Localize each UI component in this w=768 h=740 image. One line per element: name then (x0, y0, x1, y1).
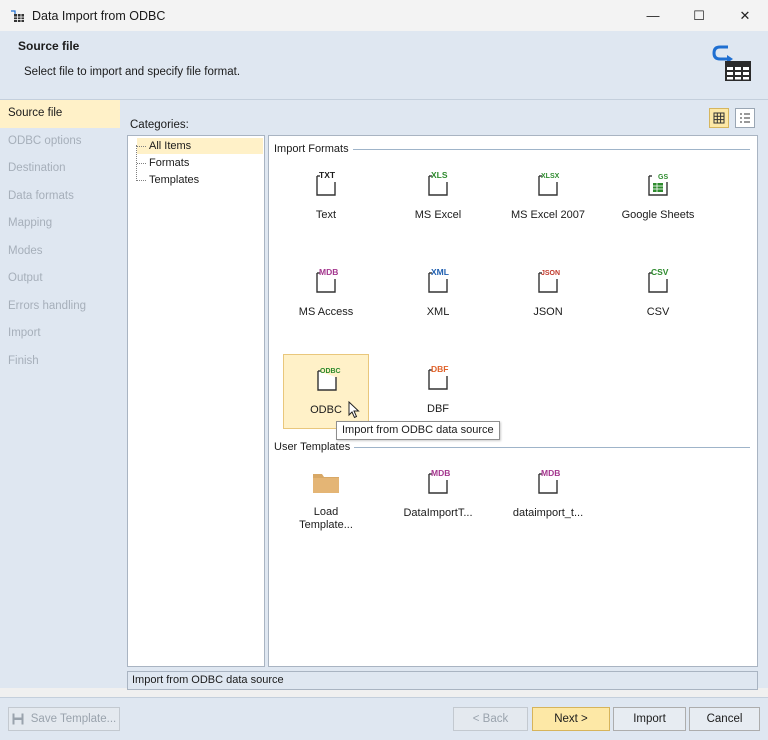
wizard-step-data-formats[interactable]: Data formats (0, 183, 120, 211)
format-tile-dbf[interactable]: DBF DBF (395, 354, 481, 429)
format-tile-ms-excel-2007[interactable]: XLSX MS Excel 2007 (505, 160, 591, 235)
mdb-file-icon: MDB (316, 267, 338, 293)
svg-text:ODBC: ODBC (320, 368, 341, 375)
folder-icon (313, 470, 339, 494)
wizard-steps: Source file ODBC options Destination Data f… (0, 100, 120, 688)
svg-text:MDB: MDB (541, 468, 560, 478)
categories-label: Categories: (130, 119, 189, 131)
format-tile-json[interactable]: JSON JSON (505, 257, 591, 332)
svg-text:CSV: CSV (651, 267, 669, 277)
svg-text:XML: XML (431, 267, 449, 277)
format-tile-dataimport-t[interactable]: MDB dataimport_t... (505, 458, 591, 533)
grid-view-icon (713, 112, 725, 124)
details-view-button[interactable] (735, 108, 755, 128)
list-view-icon (740, 113, 750, 123)
close-button[interactable]: ✕ (722, 0, 768, 31)
page-subtitle: Select file to import and specify file f… (24, 66, 241, 78)
title-bar: Data Import from ODBC — ☐ ✕ (0, 0, 768, 31)
status-bar: Import from ODBC data source (127, 671, 758, 690)
txt-file-icon: TXT (316, 170, 336, 196)
main-panel: Categories: All Items Formats Templates … (120, 100, 768, 688)
wizard-step-errors-handling[interactable]: Errors handling (0, 293, 120, 321)
format-tile-ms-access[interactable]: MDB MS Access (283, 257, 369, 332)
wizard-step-mapping[interactable]: Mapping (0, 210, 120, 238)
minimize-button[interactable]: — (630, 0, 676, 31)
save-icon (12, 713, 24, 725)
svg-text:XLS: XLS (431, 170, 448, 180)
back-button[interactable]: < Back (453, 707, 528, 731)
svg-text:JSON: JSON (541, 270, 560, 277)
page-title: Source file (18, 39, 80, 53)
svg-text:DBF: DBF (431, 364, 448, 374)
mdb-file-icon: MDB (428, 468, 450, 494)
svg-text:GS: GS (658, 174, 668, 181)
format-tile-ms-excel[interactable]: XLS MS Excel (395, 160, 481, 235)
app-icon (10, 9, 24, 22)
tree-item-all-items[interactable]: All Items (137, 138, 263, 154)
format-tile-label: DataImportT... (403, 507, 473, 519)
next-button[interactable]: Next > (532, 707, 610, 731)
wizard-step-import[interactable]: Import (0, 320, 120, 348)
format-tile-label: MS Excel (414, 209, 462, 221)
format-tile-label: MS Access (298, 306, 354, 318)
large-icons-view-button[interactable] (709, 108, 729, 128)
format-tile-load-template[interactable]: Load Template... (283, 458, 369, 533)
xml-file-icon: XML (428, 267, 449, 293)
format-tile-label: Load Template... (299, 506, 353, 531)
wizard-step-source-file[interactable]: Source file (0, 100, 120, 128)
csv-file-icon: CSV (648, 267, 669, 293)
format-tile-xml[interactable]: XML XML (395, 257, 481, 332)
svg-text:MDB: MDB (319, 267, 338, 277)
format-tile-csv[interactable]: CSV CSV (615, 257, 701, 332)
format-tile-label: MS Excel 2007 (511, 209, 585, 221)
format-tile-label: JSON (533, 306, 563, 318)
xls-file-icon: XLS (428, 170, 448, 196)
import-table-icon (710, 43, 754, 83)
cancel-button[interactable]: Cancel (689, 707, 760, 731)
svg-text:TXT: TXT (319, 170, 336, 180)
format-tile-label: CSV (646, 306, 670, 318)
odbc-file-icon: ODBC (317, 367, 341, 391)
wizard-footer: Save Template... < Back Next > Import Ca… (0, 697, 768, 740)
format-tile-label: Google Sheets (621, 209, 695, 221)
import-button[interactable]: Import (613, 707, 686, 731)
save-template-button[interactable]: Save Template... (8, 707, 120, 731)
import-formats-header: Import Formats (274, 142, 750, 156)
format-tile-google-sheets[interactable]: GS Google Sheets (615, 160, 701, 235)
format-tile-label: XML (426, 306, 450, 318)
xlsx-file-icon: XLSX (538, 172, 560, 196)
tree-item-formats[interactable]: Formats (137, 155, 189, 171)
maximize-button[interactable]: ☐ (676, 0, 722, 31)
wizard-header: Source file Select file to import and sp… (0, 31, 768, 100)
svg-text:MDB: MDB (431, 468, 450, 478)
json-file-icon: JSON (538, 269, 560, 293)
format-tile-odbc[interactable]: ODBC ODBC (283, 354, 369, 429)
save-template-label: Save Template... (30, 713, 117, 725)
format-tile-label: dataimport_t... (512, 507, 584, 519)
categories-tree[interactable]: All Items Formats Templates (127, 135, 265, 667)
mouse-cursor-icon (348, 400, 360, 419)
format-tile-dataimportt[interactable]: MDB DataImportT... (395, 458, 481, 533)
dbf-file-icon: DBF (428, 364, 448, 390)
tooltip: Import from ODBC data source (336, 421, 500, 440)
wizard-step-output[interactable]: Output (0, 265, 120, 293)
format-tile-text[interactable]: TXT Text (283, 160, 369, 235)
google-sheets-file-icon: GS (648, 172, 668, 196)
wizard-step-modes[interactable]: Modes (0, 238, 120, 266)
tree-item-templates[interactable]: Templates (137, 172, 199, 188)
wizard-step-destination[interactable]: Destination (0, 155, 120, 183)
format-tile-label: DBF (427, 403, 449, 415)
wizard-step-finish[interactable]: Finish (0, 348, 120, 376)
format-tile-label: Text (315, 209, 337, 221)
wizard-step-odbc-options[interactable]: ODBC options (0, 128, 120, 156)
format-gallery: Import Formats User Templates TXT Text XLS… (268, 135, 758, 667)
svg-text:XLSX: XLSX (541, 173, 560, 180)
mdb-file-icon: MDB (538, 468, 560, 494)
window-title: Data Import from ODBC (32, 8, 166, 23)
user-templates-header: User Templates (274, 440, 750, 454)
